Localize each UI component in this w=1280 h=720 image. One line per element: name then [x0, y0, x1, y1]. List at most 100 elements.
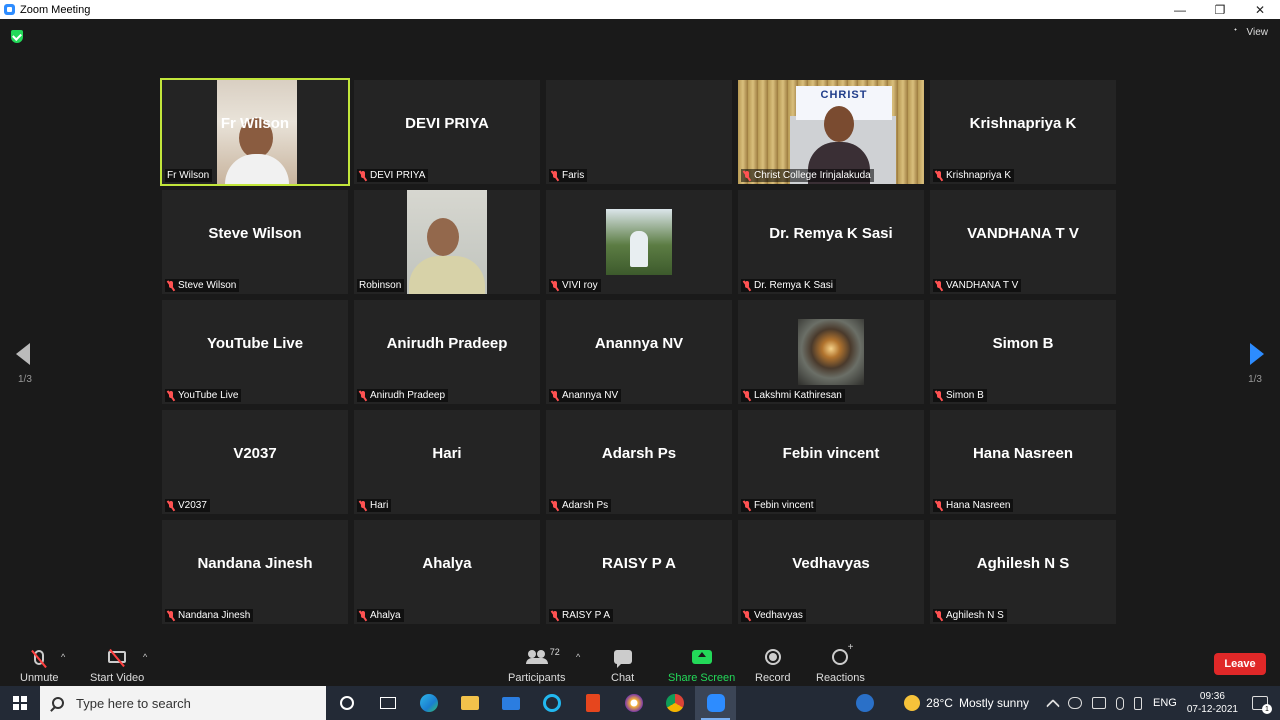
participant-tile[interactable]: Vedhavyas Vedhavyas [738, 520, 924, 624]
help-icon[interactable] [856, 694, 875, 712]
participant-tile[interactable]: Robinson [354, 190, 540, 294]
microphone-icon[interactable] [1116, 696, 1124, 710]
participant-tile[interactable]: Fr Wilson Fr Wilson [160, 78, 350, 186]
participant-tile[interactable]: Aghilesh N S Aghilesh N S [930, 520, 1116, 624]
muted-mic-icon [167, 610, 175, 621]
minimize-button[interactable]: — [1160, 0, 1200, 19]
participant-tile[interactable]: RAISY P A RAISY P A [546, 520, 732, 624]
cortana-icon[interactable] [326, 686, 367, 720]
start-video-button[interactable]: Start Video [90, 646, 144, 684]
network-icon[interactable] [1092, 697, 1106, 709]
language-indicator[interactable]: ENG [1153, 697, 1177, 709]
window-controls: — ❐ ✕ [1160, 0, 1280, 19]
record-button[interactable]: Record [755, 646, 790, 684]
participant-tile[interactable]: Faris [546, 80, 732, 184]
muted-mic-icon [935, 610, 943, 621]
participant-name-label: Hari [357, 499, 392, 512]
muted-mic-icon [743, 280, 751, 291]
participant-name-label: Fr Wilson [165, 169, 213, 182]
participant-video [407, 190, 487, 294]
notification-icon[interactable]: 1 [1252, 696, 1272, 714]
page-indicator-right: 1/3 [1248, 374, 1262, 385]
participant-display-name: Nandana Jinesh [197, 554, 313, 572]
participant-tile[interactable]: Anirudh Pradeep Anirudh Pradeep [354, 300, 540, 404]
audio-options-caret[interactable]: ^ [61, 652, 65, 662]
participant-tile[interactable]: VIVI roy [546, 190, 732, 294]
meeting-area: View 1/3 1/3 Fr Wilson Fr Wilson DEVI PRIY… [0, 19, 1280, 636]
participants-options-caret[interactable]: ^ [576, 652, 580, 662]
share-screen-icon [691, 650, 712, 664]
video-options-caret[interactable]: ^ [143, 652, 147, 662]
participant-tile[interactable]: Febin vincent Febin vincent [738, 410, 924, 514]
participant-tile[interactable]: Adarsh Ps Adarsh Ps [546, 410, 732, 514]
start-button[interactable] [0, 686, 40, 720]
participant-tile[interactable]: Steve Wilson Steve Wilson [162, 190, 348, 294]
participant-name-text: Febin vincent [754, 500, 814, 511]
participant-name-label: Krishnapriya K [933, 169, 1015, 182]
reactions-button[interactable]: Reactions [816, 642, 865, 684]
participants-button[interactable]: 72 Participants [508, 646, 565, 684]
unmute-button[interactable]: Unmute [20, 646, 59, 684]
previous-page-arrow-icon[interactable] [16, 343, 30, 365]
mail-icon[interactable] [490, 686, 531, 720]
system-tray: 28°C Mostly sunny ENG 09:36 07-12-2021 1 [856, 686, 1280, 720]
maximize-button[interactable]: ❐ [1200, 0, 1240, 19]
window-title: Zoom Meeting [20, 3, 91, 16]
participant-tile[interactable]: Simon B Simon B [930, 300, 1116, 404]
participant-tile[interactable]: V2037 V2037 [162, 410, 348, 514]
participant-tile[interactable]: VANDHANA T V VANDHANA T V [930, 190, 1116, 294]
show-hidden-icons-icon[interactable] [1045, 698, 1061, 714]
share-screen-button[interactable]: Share Screen [668, 646, 735, 684]
participant-tile[interactable]: Krishnapriya K Krishnapriya K [930, 80, 1116, 184]
participant-tile[interactable]: Anannya NV Anannya NV [546, 300, 732, 404]
grid-view-icon [1233, 28, 1243, 37]
participant-tile[interactable]: DEVI PRIYA DEVI PRIYA [354, 80, 540, 184]
leave-button[interactable]: Leave [1214, 653, 1266, 675]
chrome-icon[interactable] [654, 686, 695, 720]
reactions-label: Reactions [816, 672, 865, 684]
browser-icon[interactable] [613, 686, 654, 720]
participant-tile[interactable]: CHRIST Christ College Irinjalakuda [738, 80, 924, 184]
task-view-icon[interactable] [367, 686, 408, 720]
taskbar-search[interactable]: Type here to search [40, 686, 326, 720]
participant-name-label: Christ College Irinjalakuda [741, 169, 874, 182]
chat-button[interactable]: Chat [611, 646, 634, 684]
search-icon [52, 697, 64, 709]
record-icon [764, 649, 781, 665]
participant-tile[interactable]: Nandana Jinesh Nandana Jinesh [162, 520, 348, 624]
close-button[interactable]: ✕ [1240, 0, 1280, 19]
next-page-arrow-icon[interactable] [1250, 343, 1264, 365]
office-icon[interactable] [572, 686, 613, 720]
clock-time: 09:36 [1199, 691, 1225, 702]
muted-mic-icon [551, 500, 559, 511]
onedrive-icon[interactable] [1068, 697, 1082, 709]
participant-display-name: Hana Nasreen [972, 444, 1074, 462]
windows-taskbar: Type here to search 28°C Mostly sunny EN… [0, 686, 1280, 720]
clock[interactable]: 09:36 07-12-2021 [1187, 690, 1238, 716]
chat-icon [613, 650, 632, 668]
participant-display-name: Febin vincent [782, 444, 880, 462]
battery-icon[interactable] [1134, 696, 1142, 710]
participant-tile[interactable]: YouTube Live YouTube Live [162, 300, 348, 404]
participant-name-label: VIVI roy [549, 279, 601, 292]
view-button[interactable]: View [1233, 27, 1268, 38]
participant-tile[interactable]: Ahalya Ahalya [354, 520, 540, 624]
participant-tile[interactable]: Hari Hari [354, 410, 540, 514]
meeting-controls: Unmute ^ Start Video ^ 72 Participants ^… [0, 636, 1280, 686]
participant-name-label: Ahalya [357, 609, 404, 622]
participant-name-label: Hana Nasreen [933, 499, 1014, 512]
participants-count: 72 [549, 647, 560, 657]
security-shield-icon[interactable] [11, 30, 23, 43]
participant-tile[interactable]: Hana Nasreen Hana Nasreen [930, 410, 1116, 514]
participant-tile[interactable]: Lakshmi Kathiresan [738, 300, 924, 404]
notification-count: 1 [1262, 704, 1272, 714]
participant-tile[interactable]: Dr. Remya K Sasi Dr. Remya K Sasi [738, 190, 924, 294]
muted-mic-icon [167, 500, 175, 511]
cortana-ring-icon[interactable] [531, 686, 572, 720]
participant-display-name: Hari [432, 444, 462, 462]
edge-icon[interactable] [408, 686, 449, 720]
zoom-taskbar-icon[interactable] [695, 686, 736, 720]
file-explorer-icon[interactable] [449, 686, 490, 720]
weather-widget[interactable]: 28°C Mostly sunny [904, 695, 1029, 711]
participant-name-text: YouTube Live [178, 390, 239, 401]
